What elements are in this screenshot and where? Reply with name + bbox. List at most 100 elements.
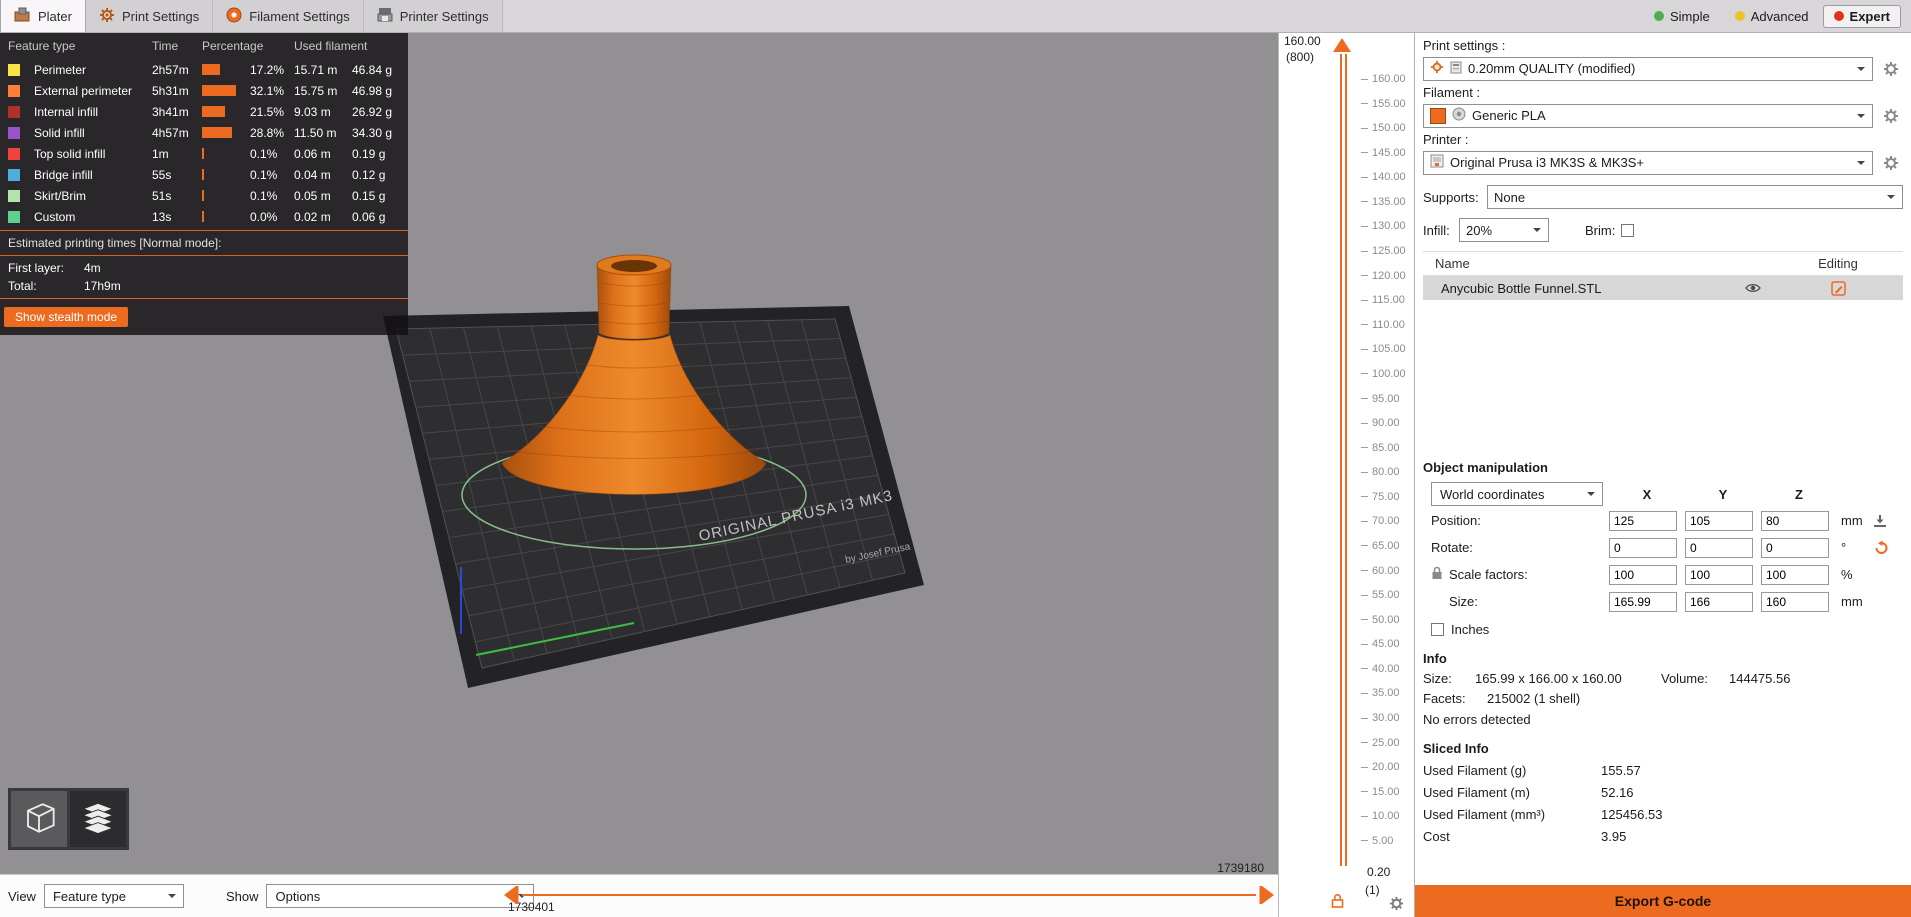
3d-viewport[interactable]: ORIGINAL PRUSA i3 MK3 by Josef Prusa Fea… — [0, 33, 1278, 874]
tick-mark — [1361, 176, 1368, 178]
infill-select[interactable]: 20% — [1459, 218, 1549, 242]
filament-gear-button[interactable] — [1879, 104, 1903, 128]
percentage-bar-fill — [202, 106, 225, 117]
mode-simple[interactable]: Simple — [1643, 5, 1721, 28]
inches-checkbox[interactable] — [1431, 622, 1444, 636]
edit-object-icon[interactable] — [1773, 280, 1903, 296]
layer-tick: 30.00 — [1361, 712, 1406, 724]
export-gcode-button[interactable]: Export G-code — [1415, 885, 1911, 917]
show-options-select[interactable]: Options — [266, 884, 535, 908]
tick-mark — [1361, 275, 1368, 277]
size-y-field[interactable] — [1685, 591, 1753, 612]
feature-time: 55s — [152, 167, 172, 182]
tick-mark — [1361, 373, 1368, 375]
legend-row[interactable]: Perimeter 2h57m 17.2% 15.71 m 46.84 g — [0, 59, 408, 80]
mode-expert[interactable]: Expert — [1822, 4, 1901, 28]
tab-filament-settings[interactable]: Filament Settings — [213, 0, 364, 32]
legend-row[interactable]: External perimeter 5h31m 32.1% 15.75 m 4… — [0, 80, 408, 101]
legend-row[interactable]: Solid infill 4h57m 28.8% 11.50 m 34.30 g — [0, 122, 408, 143]
supports-select[interactable]: None — [1487, 185, 1903, 209]
feature-color-swatch — [8, 126, 20, 139]
brim-label: Brim: — [1585, 222, 1616, 238]
gear-icon — [99, 7, 115, 26]
rotate-y-field[interactable] — [1685, 537, 1753, 558]
size-z-field[interactable] — [1761, 591, 1829, 612]
legend-row[interactable]: Internal infill 3h41m 21.5% 9.03 m 26.92… — [0, 101, 408, 122]
position-x-field[interactable] — [1609, 510, 1677, 531]
size-row: Size: mm — [1423, 588, 1903, 615]
sliced-info-rows: Used Filament (g) 155.57 Used Filament (… — [1423, 763, 1903, 844]
legend-row[interactable]: Bridge infill 55s 0.1% 0.04 m 0.12 g — [0, 164, 408, 185]
tick-label: 145.00 — [1372, 146, 1406, 159]
layers-view-button[interactable] — [70, 791, 126, 847]
layer-slider-top-value: 160.00 — [1284, 34, 1321, 48]
view-type-select[interactable]: Feature type — [43, 884, 184, 908]
layer-tick: 5.00 — [1361, 835, 1406, 847]
3d-view-button[interactable] — [11, 791, 67, 847]
printer-gear-button[interactable] — [1879, 151, 1903, 175]
layer-slider-top-handle[interactable] — [1333, 38, 1351, 52]
layer-slider-lock-icon[interactable] — [1331, 893, 1344, 911]
reset-rotation-icon[interactable] — [1873, 540, 1901, 555]
scale-x-field[interactable] — [1609, 564, 1677, 585]
rotate-x-field[interactable] — [1609, 537, 1677, 558]
print-settings-combo[interactable]: 0.20mm QUALITY (modified) — [1423, 56, 1873, 81]
feature-label: Top solid infill — [34, 146, 106, 161]
first-layer-value: 4m — [84, 261, 101, 275]
print-settings-label: Print settings : — [1423, 38, 1506, 53]
percentage-bar — [202, 190, 246, 201]
show-stealth-mode-button[interactable]: Show stealth mode — [4, 307, 129, 327]
brim-checkbox[interactable] — [1621, 223, 1635, 237]
tab-plater[interactable]: Plater — [0, 0, 86, 32]
layer-tick: 130.00 — [1361, 220, 1406, 232]
sidebar-panel: Print settings : 0.20mm QUALITY (modifie… — [1414, 33, 1911, 917]
filament-value: Generic PLA — [1472, 108, 1546, 123]
position-y-field[interactable] — [1685, 510, 1753, 531]
info-title: Info — [1423, 651, 1447, 666]
object-list-empty-area[interactable] — [1423, 300, 1903, 452]
percentage-bar-fill — [202, 64, 221, 75]
legend-row[interactable]: Top solid infill 1m 0.1% 0.06 m 0.19 g — [0, 143, 408, 164]
layer-slider-track[interactable] — [1340, 54, 1342, 866]
uniform-scale-lock-icon[interactable] — [1431, 566, 1443, 583]
mode-advanced[interactable]: Advanced — [1724, 5, 1820, 28]
move-slider-left-handle[interactable] — [500, 884, 520, 906]
filament-combo[interactable]: Generic PLA — [1423, 103, 1873, 128]
feature-percentage: 17.2% — [250, 62, 285, 77]
feature-color-swatch — [8, 210, 20, 223]
tab-print-settings[interactable]: Print Settings — [85, 0, 214, 32]
object-list-row[interactable]: Anycubic Bottle Funnel.STL — [1423, 276, 1903, 300]
scale-y-field[interactable] — [1685, 564, 1753, 585]
coordinates-select[interactable]: World coordinates — [1431, 482, 1603, 506]
size-x-field[interactable] — [1609, 591, 1677, 612]
infill-row: Infill: 20% Brim: — [1423, 218, 1903, 242]
feature-color-swatch — [8, 168, 20, 181]
rotate-z-field[interactable] — [1761, 537, 1829, 558]
layer-tick: 75.00 — [1361, 491, 1406, 503]
layer-tick: 65.00 — [1361, 540, 1406, 552]
scale-label-group: Scale factors: — [1423, 566, 1609, 583]
legend-row[interactable]: Skirt/Brim 51s 0.1% 0.05 m 0.15 g — [0, 185, 408, 206]
printer-combo[interactable]: Original Prusa i3 MK3S & MK3S+ — [1423, 150, 1873, 175]
percentage-bar-fill — [202, 85, 236, 96]
legend-header-time: Time — [152, 39, 179, 53]
tick-label: 50.00 — [1372, 613, 1400, 626]
move-range-slider[interactable]: 1739180 1730401 — [500, 861, 1278, 917]
move-slider-track[interactable] — [522, 894, 1256, 896]
move-slider-right-handle[interactable] — [1258, 884, 1278, 906]
sliced-info-value: 3.95 — [1601, 829, 1627, 844]
legend-row[interactable]: Custom 13s 0.0% 0.02 m 0.06 g — [0, 206, 408, 227]
layer-slider-bottom-value: 0.20 — [1367, 865, 1391, 879]
tick-mark — [1361, 545, 1368, 547]
layer-slider-track-2[interactable] — [1345, 54, 1347, 866]
tab-printer-settings[interactable]: Printer Settings — [363, 0, 503, 32]
position-z-field[interactable] — [1761, 510, 1829, 531]
eye-icon[interactable] — [1733, 282, 1773, 294]
legend-divider — [0, 230, 408, 231]
layer-slider-settings-gear-icon[interactable] — [1389, 896, 1404, 914]
mode-label: Simple — [1669, 8, 1710, 24]
legend-rows: Perimeter 2h57m 17.2% 15.71 m 46.84 g Ex… — [0, 59, 408, 227]
print-settings-gear-button[interactable] — [1879, 57, 1903, 81]
drop-to-bed-icon[interactable] — [1873, 514, 1901, 527]
scale-z-field[interactable] — [1761, 564, 1829, 585]
